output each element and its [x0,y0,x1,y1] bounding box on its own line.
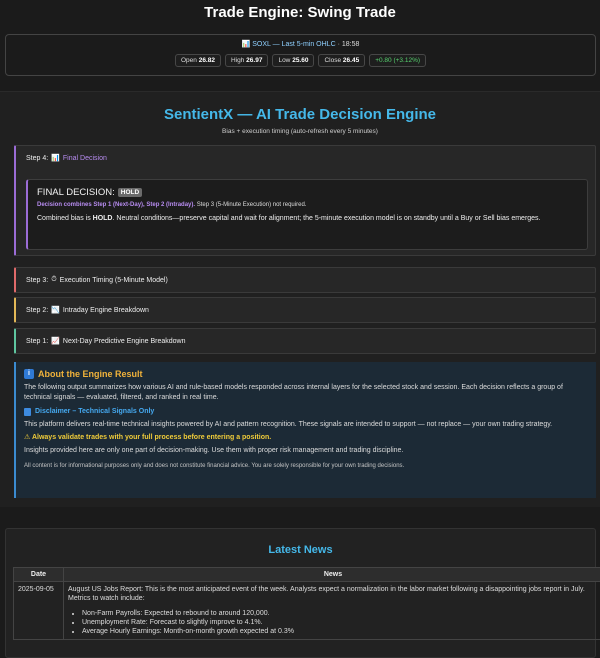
news-cell: August US Jobs Report: This is the most … [64,582,600,640]
engine-title: SentientX — AI Trade Decision Engine [0,106,600,123]
change-chip: +0.80 (+3.12%) [369,54,426,67]
separator: · [338,41,340,48]
disclaimer-paragraph: This platform delivers real-time technic… [24,420,588,430]
high-chip: High 26.97 [225,54,268,67]
decision-explanation: Combined bias is HOLD. Neutral condition… [37,213,578,224]
chart-icon: 📉 [51,306,60,314]
step4-header[interactable]: Step 4: 📊 Final Decision [16,146,595,170]
clock-icon: ⏱ [51,276,56,284]
step2-header[interactable]: Step 2: 📉 Intraday Engine Breakdown [16,298,595,322]
about-heading: i About the Engine Result [24,369,588,379]
quote-symbol-line: SOXL — Last 5-min OHLC [252,41,335,48]
about-engine-result: i About the Engine Result The following … [14,362,596,498]
latest-news-panel: Latest News Date News 2025-09-05 August … [5,528,596,658]
step4-final-decision[interactable]: Step 4: 📊 Final Decision FINAL DECISION:… [14,145,596,256]
news-date: 2025-09-05 [14,582,64,640]
step2-label: Step 2: [26,307,48,314]
status-badge: HOLD [118,188,142,197]
news-column-header: News [64,568,600,582]
final-decision-heading: FINAL DECISION: HOLD [37,187,578,198]
step1-header[interactable]: Step 1: 📈 Next-Day Predictive Engine Bre… [16,329,595,353]
open-chip: Open 26.82 [175,54,221,67]
quote-card: 📊 SOXL — Last 5-min OHLC · 18:58 Open 26… [5,34,596,76]
step3-execution-timing[interactable]: Step 3: ⏱ Execution Timing (5-Minute Mod… [14,267,596,293]
warning-text: Always validate trades with your full pr… [32,434,271,441]
step4-label: Step 4: [26,155,48,162]
step2-intraday-breakdown[interactable]: Step 2: 📉 Intraday Engine Breakdown [14,297,596,323]
warning-icon: ⚠ [24,434,30,441]
insights-paragraph: Insights provided here are only one part… [24,446,588,456]
info-icon: i [24,369,34,379]
warning-line: ⚠ Always validate trades with your full … [24,433,588,443]
chart-icon: 📊 [242,41,251,48]
about-title: About the Engine Result [38,369,143,379]
list-item: Average Hourly Earnings: Month-on-month … [82,627,598,636]
decision-combination-note: Decision combines Step 1 (Next-Day), Ste… [37,202,578,208]
disclaimer-heading: Disclaimer – Technical Signals Only [24,407,588,417]
step2-title: Intraday Engine Breakdown [63,307,149,314]
final-decision-label: FINAL DECISION: [37,187,115,198]
news-header-row: Date News [14,568,600,582]
news-text: August US Jobs Report: This is the most … [68,585,598,603]
chart-icon: 📈 [51,337,60,345]
quote-header: 📊 SOXL — Last 5-min OHLC · 18:58 [6,40,595,48]
document-icon [24,408,31,416]
page-title: Trade Engine: Swing Trade [0,0,600,30]
step3-label: Step 3: [26,277,48,284]
quote-time: 18:58 [342,41,360,48]
final-decision-box: FINAL DECISION: HOLD Decision combines S… [26,179,588,250]
fine-print: All content is for informational purpose… [24,461,588,471]
news-table: Date News 2025-09-05 August US Jobs Repo… [13,567,600,640]
step3-header[interactable]: Step 3: ⏱ Execution Timing (5-Minute Mod… [16,268,595,292]
low-chip: Low 25.60 [272,54,314,67]
ohlc-row: Open 26.82 High 26.97 Low 25.60 Close 26… [6,54,595,67]
list-item: Unemployment Rate: Forecast to slightly … [82,618,598,627]
step1-nextday-breakdown[interactable]: Step 1: 📈 Next-Day Predictive Engine Bre… [14,328,596,354]
chart-icon: 📊 [51,154,60,162]
step4-title: Final Decision [63,155,107,162]
step3-title: Execution Timing (5-Minute Model) [60,277,168,284]
date-column-header: Date [14,568,64,582]
engine-subtitle: Bias + execution timing (auto-refresh ev… [0,128,600,135]
step1-title: Next-Day Predictive Engine Breakdown [63,338,186,345]
disclaimer-title: Disclaimer – Technical Signals Only [35,407,154,417]
table-row: 2025-09-05 August US Jobs Report: This i… [14,582,600,640]
about-paragraph: The following output summarizes how vari… [24,383,588,403]
step1-label: Step 1: [26,338,48,345]
news-bullets: Non-Farm Payrolls: Expected to rebound t… [82,609,598,636]
close-chip: Close 26.45 [318,54,365,67]
decision-engine-panel: SentientX — AI Trade Decision Engine Bia… [0,91,600,507]
news-title: Latest News [6,544,595,556]
list-item: Non-Farm Payrolls: Expected to rebound t… [82,609,598,618]
